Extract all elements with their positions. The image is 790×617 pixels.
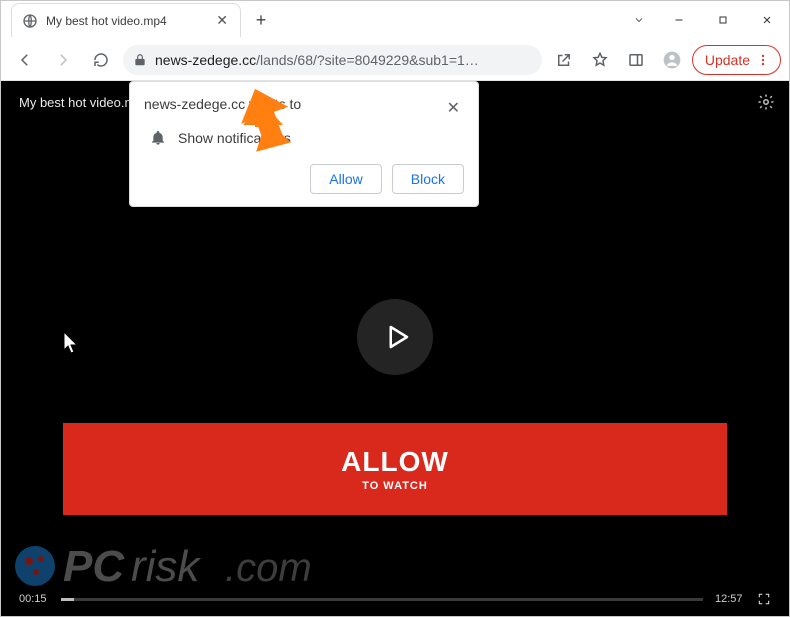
update-label: Update [705, 52, 750, 68]
allow-banner-main: ALLOW [341, 446, 449, 478]
page-content: My best hot video.mp4 news-zedege.cc wan… [1, 81, 789, 616]
allow-button[interactable]: Allow [310, 164, 381, 194]
kebab-icon [756, 53, 770, 67]
globe-icon [22, 13, 38, 29]
progress-fill [61, 598, 74, 601]
watermark: PC risk .com [13, 526, 393, 596]
new-tab-button[interactable]: + [247, 6, 275, 34]
dialog-close-icon[interactable]: ✕ [443, 96, 464, 120]
time-current: 00:15 [19, 593, 49, 605]
titlebar: My best hot video.mp4 ✕ + [1, 1, 789, 39]
reload-button[interactable] [85, 44, 117, 76]
bookmark-button[interactable] [584, 44, 616, 76]
url-host: news-zedege.cc [155, 52, 256, 68]
lock-icon [133, 53, 147, 67]
url-text: news-zedege.cc/lands/68/?site=8049229&su… [155, 52, 479, 68]
block-button[interactable]: Block [392, 164, 464, 194]
svg-text:risk: risk [131, 542, 201, 591]
profile-button[interactable] [656, 44, 688, 76]
tab-search-button[interactable] [621, 4, 657, 36]
bell-icon [150, 130, 166, 146]
browser-window: My best hot video.mp4 ✕ + [0, 0, 790, 617]
allow-to-watch-banner[interactable]: ALLOW TO WATCH [63, 423, 727, 515]
share-button[interactable] [548, 44, 580, 76]
settings-icon[interactable] [757, 93, 775, 111]
video-controls: 00:15 12:57 [19, 592, 771, 606]
toolbar-actions: Update [548, 44, 781, 76]
address-bar[interactable]: news-zedege.cc/lands/68/?site=8049229&su… [123, 45, 542, 75]
svg-text:PC: PC [63, 542, 125, 591]
play-button[interactable] [357, 299, 433, 375]
svg-text:.com: .com [225, 546, 312, 590]
tab-title: My best hot video.mp4 [46, 14, 204, 28]
notification-origin-text: news-zedege.cc wants to [144, 96, 443, 112]
url-path: /lands/68/?site=8049229&sub1=1… [256, 52, 479, 68]
mouse-cursor-icon [63, 331, 81, 355]
progress-bar[interactable] [61, 598, 703, 601]
time-total: 12:57 [715, 593, 745, 605]
toolbar: news-zedege.cc/lands/68/?site=8049229&su… [1, 39, 789, 81]
back-button[interactable] [9, 44, 41, 76]
window-close-button[interactable] [745, 4, 789, 36]
notification-line: Show notifications [178, 130, 291, 146]
window-minimize-button[interactable] [657, 4, 701, 36]
tab-close-icon[interactable]: ✕ [212, 10, 232, 31]
fullscreen-icon[interactable] [757, 592, 771, 606]
update-button[interactable]: Update [692, 45, 781, 75]
window-maximize-button[interactable] [701, 4, 745, 36]
browser-tab[interactable]: My best hot video.mp4 ✕ [11, 3, 241, 37]
forward-button[interactable] [47, 44, 79, 76]
side-panel-button[interactable] [620, 44, 652, 76]
allow-banner-sub: TO WATCH [362, 480, 428, 492]
notification-permission-dialog: news-zedege.cc wants to ✕ Show notificat… [129, 81, 479, 207]
